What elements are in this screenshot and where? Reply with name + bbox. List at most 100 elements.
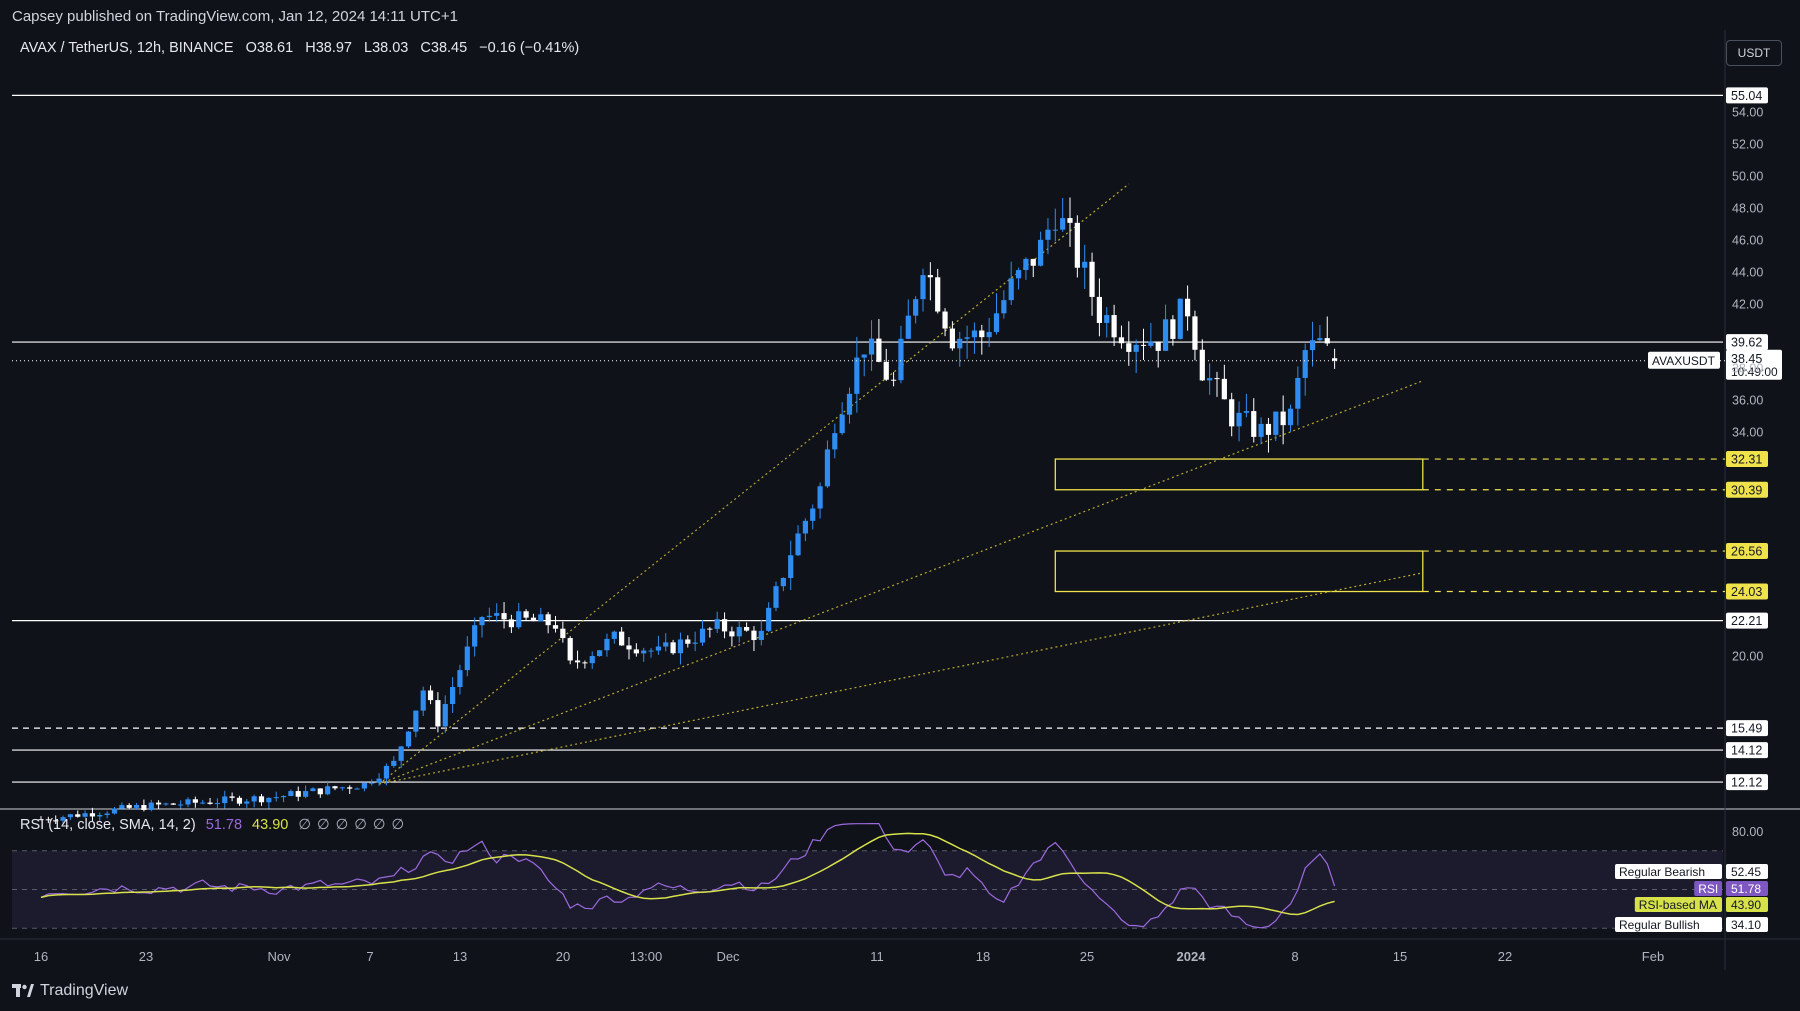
candle-body <box>1192 316 1198 350</box>
rsi-null-values: ∅∅∅∅∅∅ <box>298 817 411 833</box>
level-tag-label: 14.12 <box>1731 744 1762 758</box>
rsi-label-text: RSI-based MA <box>1639 898 1717 912</box>
candle-body <box>317 788 323 795</box>
price-tick-label: 50.00 <box>1732 170 1763 184</box>
ohlc-low: L38.03 <box>364 40 409 56</box>
candle-body <box>854 357 860 394</box>
chart-window: Capsey published on TradingView.com, Jan… <box>0 0 1800 1011</box>
candle-body <box>744 627 750 631</box>
candle-body <box>780 577 786 587</box>
candle-body <box>258 796 265 803</box>
candle-body <box>949 328 955 349</box>
candle-body <box>111 808 118 814</box>
candle-body <box>126 805 132 808</box>
rsi-legend[interactable]: RSI (14, close, SMA, 14, 2) 51.78 43.90 … <box>20 817 410 833</box>
zone-box <box>1054 550 1424 593</box>
candle-body <box>244 801 250 804</box>
candle-body <box>699 628 706 643</box>
candle-body <box>971 330 978 338</box>
candle-body <box>1273 411 1279 435</box>
rsi-label-text: Regular Bearish <box>1619 865 1705 879</box>
time-tick-label: Dec <box>716 949 740 964</box>
zone-tag-label: 26.56 <box>1731 545 1762 559</box>
symbol-legend[interactable]: AVAX / TetherUS, 12h, BINANCE O38.61 H38… <box>20 40 579 56</box>
price-tick-label: 20.00 <box>1732 650 1763 664</box>
currency-button[interactable]: USDT <box>1726 40 1782 66</box>
time-tick-label: Feb <box>1642 949 1664 964</box>
candle-body <box>1133 344 1139 352</box>
candle-body <box>560 628 566 639</box>
candle-body <box>986 331 992 338</box>
candle-body <box>935 277 941 312</box>
candle-body <box>273 797 279 799</box>
ohlc-open: O38.61 <box>245 40 294 56</box>
candle-body <box>1096 296 1102 323</box>
candle-body <box>1317 338 1323 341</box>
candle-body <box>898 338 904 381</box>
time-tick-label: 8 <box>1291 949 1298 964</box>
rsi-value-text: 43.90 <box>1731 898 1761 912</box>
candle-body <box>332 786 338 789</box>
candle-body <box>1030 258 1036 266</box>
candle-body <box>729 631 735 637</box>
candle-body <box>178 804 184 806</box>
candle-body <box>1309 340 1316 351</box>
candle-body <box>1324 338 1330 344</box>
candle-body <box>979 330 985 338</box>
zone-box <box>1054 458 1424 491</box>
price-tick-label: 52.00 <box>1732 138 1763 152</box>
candle-body <box>200 802 206 804</box>
candle-body <box>582 662 588 664</box>
rsi-labels: Regular Bearish 52.45 RSI 51.78 RSI-based MA… <box>1615 864 1768 932</box>
candle-body <box>494 613 500 616</box>
candle-body <box>104 813 110 815</box>
candle-body <box>1067 218 1073 223</box>
candle-body <box>802 520 808 534</box>
ohlc-high: H38.97 <box>305 40 352 56</box>
symbol-tag-label: AVAXUSDT <box>1652 354 1716 368</box>
time-tick-label: 23 <box>139 949 153 964</box>
candle-body <box>846 393 853 415</box>
candle-body <box>310 788 316 792</box>
chart-svg[interactable]: 55.04 39.62 22.21 15.49 14.12 12.12 32.31 30.39… <box>0 0 1800 1011</box>
candle-body <box>677 639 684 654</box>
candle-body <box>354 788 360 790</box>
candle-body <box>1148 341 1154 346</box>
candle-body <box>398 746 404 761</box>
rsi-ma-value: 43.90 <box>252 817 289 833</box>
candle-body <box>457 670 463 688</box>
candle-body <box>141 805 147 810</box>
candle-body <box>707 628 713 630</box>
candle-body <box>861 354 867 358</box>
tradingview-logo-icon <box>12 984 34 997</box>
candle-body <box>788 555 794 578</box>
candle-body <box>589 656 595 664</box>
candle-body <box>1199 349 1205 381</box>
candle-body <box>957 338 963 349</box>
time-tick-label: 13 <box>453 949 467 964</box>
candle-body <box>1104 315 1110 323</box>
candle-body <box>913 299 919 316</box>
ohlc-close: C38.45 <box>420 40 468 56</box>
time-tick-label: 16 <box>34 949 48 964</box>
price-tick-label: 44.00 <box>1732 266 1763 280</box>
price-tick-label: 46.00 <box>1732 234 1763 248</box>
trendline <box>378 380 1424 785</box>
candle-body <box>1118 337 1125 344</box>
candle-body <box>832 433 838 450</box>
candle-body <box>1038 239 1044 266</box>
level-tag-label: 22.21 <box>1731 614 1762 628</box>
candle-body <box>185 799 191 805</box>
rsi-value-text: 52.45 <box>1731 865 1761 879</box>
time-tick-label: 20 <box>556 949 570 964</box>
candle-body <box>927 275 933 278</box>
candle-body <box>413 710 419 732</box>
candle-body <box>552 625 559 629</box>
time-tick-label: 25 <box>1080 949 1094 964</box>
candle-body <box>1008 278 1014 301</box>
trendline <box>378 572 1423 785</box>
time-tick-label: 18 <box>976 949 990 964</box>
tradingview-brand[interactable]: TradingView <box>12 982 128 1000</box>
candle-body <box>891 379 897 381</box>
candle-body <box>156 802 162 805</box>
